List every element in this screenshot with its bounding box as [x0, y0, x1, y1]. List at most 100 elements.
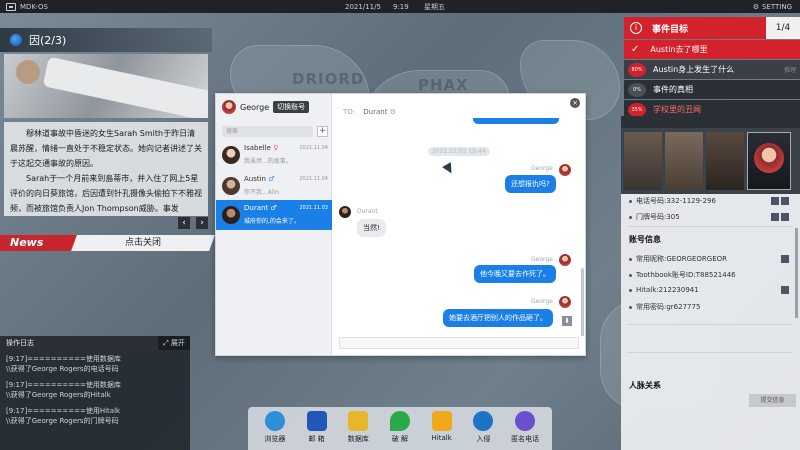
news-title: 因(2/3)	[29, 34, 67, 47]
male-icon: ♂	[268, 175, 275, 183]
close-icon[interactable]: ×	[570, 98, 580, 108]
map-region-label: DRIORD	[292, 70, 365, 88]
dock-app-mail[interactable]: 邮 箱	[299, 411, 335, 450]
contact-item[interactable]: Isabelle ♀ 2021.11.04 我虽然...的故事。	[216, 140, 332, 170]
monitor-icon	[6, 2, 16, 11]
contact-sidebar: George 切换账号 搜索 + Isabelle ♀ 2021.11.04 我…	[216, 94, 332, 355]
contact-item-active[interactable]: Durant ♂ 2021.11.03 城府你的,的会来了。	[216, 200, 332, 230]
log-line: [9:17]==========使用数据库	[6, 381, 121, 389]
event-goal-item[interactable]: 80% Austin身上发生了什么 推理	[624, 60, 800, 79]
message-bubble: 她要去酒厅把别人的作品砸了。	[443, 309, 553, 327]
message-bubble: 当然!	[357, 219, 386, 237]
setting-button[interactable]: ⚙ SETTING	[753, 3, 792, 11]
message-scrollbar[interactable]	[581, 268, 584, 336]
avatar	[222, 146, 240, 164]
profile-phone: 电话号码:332-1129-296	[629, 196, 789, 206]
operation-log-panel: 操作日志 ⤢ 展开 [9:17]==========使用数据库 \\获得了Geo…	[0, 336, 190, 450]
news-photo	[4, 54, 208, 118]
dock-app-database[interactable]: 数据库	[340, 411, 376, 450]
news-close-button[interactable]: 点击关闭	[71, 235, 215, 251]
log-expand-button[interactable]: ⤢ 展开	[158, 336, 190, 350]
clock-weekday: 星期五	[424, 2, 445, 11]
prev-arrow-icon[interactable]: ‹	[178, 217, 190, 229]
globe-icon	[264, 411, 285, 431]
contact-search-input[interactable]: 搜索	[222, 126, 313, 137]
os-label: MDK-OS	[6, 2, 48, 11]
news-paragraph: Sarah于一个月前来到島蒂市，并入住了网上5星评价的向日葵旅馆，后因遭到针孔摄…	[10, 174, 202, 213]
portrait[interactable]	[624, 132, 662, 190]
event-goals-panel: i 事件目标 1/4 ✓ Austin去了哪里 80% Austin身上发生了什…	[624, 17, 800, 119]
message-bubble: 还想报仇吗?	[505, 175, 556, 193]
avatar	[559, 254, 571, 266]
top-bar: MDK-OS 2021/11/5 9:19 星期五 ⚙ SETTING	[0, 0, 800, 13]
news-tag: News	[0, 235, 80, 251]
message-timestamp: 2021.11.03 19:44	[428, 147, 490, 156]
relations-heading: 人脉关系	[629, 381, 661, 390]
next-arrow-icon[interactable]: ›	[196, 217, 208, 229]
events-count: 1/4	[766, 17, 800, 39]
portrait[interactable]	[665, 132, 703, 190]
dock-app-browser[interactable]: 浏览器	[257, 411, 293, 450]
current-user-name: George	[240, 102, 270, 112]
globe-icon	[10, 34, 22, 46]
edit-icon[interactable]	[781, 255, 789, 263]
news-body: 穆林道事故中昏迷的女生Sarah Smith于昨日清晨苏醒，情绪一直处于不稳定状…	[4, 122, 208, 216]
conversation-pane: TO: Durant ⚙ × 2021.11.03 19:44 George 还…	[333, 94, 586, 355]
edit-icon[interactable]	[781, 286, 789, 294]
add-contact-button[interactable]: +	[317, 126, 328, 137]
event-goal-item[interactable]: ✓ Austin去了哪里	[624, 40, 800, 59]
dock-app-intrusion[interactable]: 入侵	[465, 411, 501, 450]
profile-panel: 电话号码:332-1129-296 门牌号码:305 账号信息 常用昵称:GEO…	[621, 116, 800, 450]
event-goal-item[interactable]: 0% 事件的真相	[624, 80, 800, 99]
avatar	[339, 206, 351, 218]
map-region-label: PHAX	[418, 76, 469, 94]
contact-item[interactable]: Austin ♂ 2021.11.04 你不我...Alin	[216, 171, 332, 201]
avatar	[222, 206, 240, 224]
profile-nickname: 常用昵称:GEORGEORGEOR	[629, 254, 789, 264]
copy-icon[interactable]	[771, 213, 779, 221]
gear-icon: ⚙	[752, 2, 759, 11]
database-icon	[348, 411, 369, 431]
account-info-heading: 账号信息	[629, 235, 661, 244]
app-dock: 浏览器 邮 箱 数据库 破 解 Hitalk 入侵 匿名电话	[248, 407, 552, 450]
phone-icon	[515, 411, 536, 431]
info-icon: i	[630, 22, 642, 34]
profile-door: 门牌号码:305	[629, 212, 789, 222]
intrusion-icon	[473, 411, 494, 431]
dock-app-anonymous-call[interactable]: 匿名电话	[507, 411, 543, 450]
avatar	[222, 100, 236, 114]
log-line: \\获得了George Rogers的Hitalk	[6, 391, 111, 399]
profile-toothbook: Toothbook账号ID:T88521446	[629, 270, 789, 280]
mail-icon	[306, 411, 327, 431]
message-bubble: 他今晚又要去作死了。	[474, 265, 556, 283]
edit-icon[interactable]	[781, 197, 789, 205]
switch-account-button[interactable]: 切换账号	[273, 101, 310, 113]
male-icon: ♂	[270, 204, 277, 212]
submit-info-button[interactable]: 提交信息	[749, 394, 796, 407]
profile-hitalk: Hitalk:212230941	[629, 286, 789, 294]
scroll-down-icon[interactable]: ⬇	[562, 316, 572, 326]
recipient-row: TO: Durant ⚙	[343, 108, 396, 116]
female-icon: ♀	[273, 144, 279, 152]
copy-icon[interactable]	[771, 197, 779, 205]
clock-date: 2021/11/5	[345, 2, 381, 11]
dock-app-hitalk[interactable]: Hitalk	[424, 411, 460, 450]
dock-app-crack[interactable]: 破 解	[382, 411, 418, 450]
portrait-selected[interactable]	[747, 132, 791, 190]
message-list: 2021.11.03 19:44 George 还想报仇吗? Durant 当然…	[333, 118, 586, 336]
log-line: [9:17]==========使用数据库	[6, 355, 121, 363]
edit-icon[interactable]	[781, 213, 789, 221]
avatar	[559, 296, 571, 308]
profile-header-bar	[621, 116, 800, 128]
news-panel: 因(2/3) 穆林道事故中昏迷的女生Sarah Smith于昨日清晨苏醒，情绪一…	[0, 28, 215, 253]
profile-scrollbar[interactable]	[795, 228, 798, 318]
portrait-strip	[621, 128, 800, 194]
message-input[interactable]	[339, 337, 579, 349]
crack-icon	[389, 411, 410, 431]
log-line: \\获得了George Rogers的门牌号码	[6, 417, 119, 425]
avatar	[754, 143, 784, 173]
log-line: \\获得了George Rogers的电话号码	[6, 365, 119, 373]
portrait[interactable]	[706, 132, 744, 190]
news-header: 因(2/3)	[0, 28, 212, 52]
checkmark-icon: ✓	[631, 44, 640, 55]
